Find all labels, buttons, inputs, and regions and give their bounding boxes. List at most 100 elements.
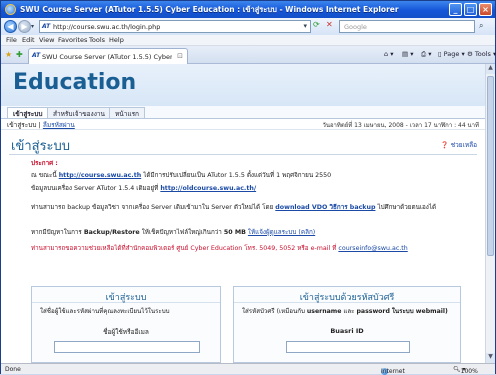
login-box: เข้าสู่ระบบ ใส่ชื่อผู้ใช้และรหัสผ่านที่ค… bbox=[31, 286, 221, 363]
page-content: Education เข้าสู่ระบบ สำหรับเจ้าของงาน ห… bbox=[1, 64, 485, 363]
menu-bar: File Edit View Favorites Tools Help bbox=[1, 35, 495, 46]
menu-file[interactable]: File bbox=[6, 36, 17, 44]
tab-bar: ★ ✚ AT SWU Course Server (ATutor 1.5.5) … bbox=[1, 46, 496, 64]
line4-bold: Backup/Restore bbox=[83, 229, 140, 236]
site-brand: Education bbox=[13, 70, 137, 95]
login-box-heading: เข้าสู่ระบบ bbox=[32, 287, 220, 303]
buasri-id-field[interactable] bbox=[286, 341, 410, 353]
stop-icon[interactable]: ✕ bbox=[326, 20, 333, 29]
buasri-box-desc: ใส่รหัสบัวศรี (เหมือนกับ username และ pa… bbox=[242, 308, 452, 316]
breadcrumb: เข้าสู่ระบบ | ลืมรหัสผ่าน bbox=[7, 121, 75, 129]
buasri-desc-suffix: ในระบบ webmail) bbox=[391, 308, 448, 315]
minimize-button[interactable]: _ bbox=[449, 3, 462, 16]
line2-prefix: ข้อมูลบนเครื่อง Server ATutor 1.5.4 เดิม… bbox=[31, 185, 159, 192]
buasri-login-box: เข้าสู่ระบบด้วยรหัสบัวศรี ใส่รหัสบัวศรี … bbox=[233, 286, 461, 363]
line4-prefix: หากมีปัญหาในการ bbox=[31, 229, 82, 236]
menu-favorites[interactable]: Favorites bbox=[58, 36, 87, 44]
menu-help[interactable]: Help bbox=[109, 36, 124, 44]
buasri-desc-mid: และ bbox=[343, 308, 355, 315]
maximize-button[interactable]: □ bbox=[464, 3, 477, 16]
announcement-heading: ประกาศ : bbox=[31, 160, 58, 167]
url-text[interactable]: http://course.swu.ac.th/login.php bbox=[53, 23, 160, 31]
site-favicon-icon: AT bbox=[42, 23, 51, 30]
status-bar: Done Internet 🔍︎ 100% ▾ bbox=[1, 363, 495, 375]
help-link[interactable]: ❓ ช่วยเหลือ bbox=[441, 140, 477, 150]
scroll-down-icon[interactable]: ▼ bbox=[486, 353, 495, 363]
announcement-line-1: ณ ขณะนี้ http://course.swu.ac.th ได้มีกา… bbox=[31, 172, 471, 181]
close-button[interactable]: × bbox=[479, 3, 492, 16]
back-icon[interactable]: ◀ bbox=[4, 20, 17, 33]
feeds-icon[interactable]: ▤ ▾ bbox=[402, 50, 413, 58]
url-field[interactable]: AT http://course.swu.ac.th/login.php ▾ bbox=[39, 20, 311, 33]
vertical-scrollbar[interactable]: ▲ ▼ bbox=[485, 64, 495, 363]
tools-menu[interactable]: ⚙ Tools ▾ bbox=[467, 50, 496, 58]
forgot-password-link[interactable]: ลืมรหัสผ่าน bbox=[43, 121, 75, 129]
search-icon[interactable]: ⌕ bbox=[479, 21, 483, 31]
tab-close-icon[interactable]: ⊡ bbox=[177, 52, 183, 60]
oldcourse-url-link[interactable]: http://oldcourse.swu.ac.th/ bbox=[160, 185, 256, 192]
site-header: Education bbox=[1, 64, 485, 106]
favorites-star-icon[interactable]: ★ bbox=[5, 50, 12, 59]
email-link[interactable]: courseinfo@swu.ac.th bbox=[338, 245, 407, 252]
page-menu[interactable]: ▯ Page ▾ bbox=[438, 50, 465, 58]
line4-mid: ให้เช็คปัญหาไฟล์ใหญ่เกินกว่า bbox=[141, 229, 222, 236]
refresh-icon[interactable]: ⟳ bbox=[313, 20, 320, 29]
buasri-desc-password: password bbox=[356, 308, 390, 315]
breadcrumb-bar: เข้าสู่ระบบ | ลืมรหัสผ่าน วันอาทิตย์ที่ … bbox=[1, 119, 485, 130]
title-divider bbox=[9, 154, 477, 155]
breadcrumb-current: เข้าสู่ระบบ bbox=[7, 121, 37, 129]
tab-favicon-icon: AT bbox=[32, 52, 41, 59]
announcement-line-5: ท่านสามารถขอความช่วยเหลือได้ที่สำนักคอมพ… bbox=[31, 245, 471, 254]
scroll-thumb[interactable] bbox=[487, 76, 494, 256]
buasri-desc-username: username bbox=[306, 308, 342, 315]
scroll-up-icon[interactable]: ▲ bbox=[486, 64, 495, 74]
history-dropdown-icon[interactable]: ▾ bbox=[31, 23, 34, 30]
line4-size: 50 MB bbox=[223, 229, 246, 236]
window-title: SWU Course Server (ATutor 1.5.5) Cyber E… bbox=[20, 5, 399, 14]
buasri-desc-prefix: ใส่รหัสบัวศรี (เหมือนกับ bbox=[242, 308, 305, 315]
line3-prefix: ท่านสามารถ backup ข้อมูลวิชา จากเครื่อง … bbox=[31, 204, 274, 211]
tab-label: SWU Course Server (ATutor 1.5.5) Cyber E… bbox=[42, 53, 172, 61]
menu-edit[interactable]: Edit bbox=[22, 36, 35, 44]
menu-tools[interactable]: Tools bbox=[89, 36, 105, 44]
nav-tab-home[interactable]: หน้าแรก bbox=[109, 107, 145, 118]
buasri-box-heading: เข้าสู่ระบบด้วยรหัสบัวศรี bbox=[234, 287, 460, 303]
browser-tab[interactable]: AT SWU Course Server (ATutor 1.5.5) Cybe… bbox=[28, 48, 188, 64]
add-favorite-icon[interactable]: ✚ bbox=[16, 50, 23, 59]
announcement-line-3: ท่านสามารถ backup ข้อมูลวิชา จากเครื่อง … bbox=[31, 204, 471, 213]
username-field[interactable] bbox=[54, 341, 200, 353]
announcement-line-2: ข้อมูลบนเครื่อง Server ATutor 1.5.4 เดิม… bbox=[31, 185, 471, 194]
notify-admin-link[interactable]: ให้แจ้งผู้ดูแลระบบ (คลิก) bbox=[248, 229, 315, 236]
ie-logo-icon bbox=[5, 4, 16, 15]
browser-window: SWU Course Server (ATutor 1.5.5) Cyber E… bbox=[0, 0, 496, 375]
line3-suffix: ไปศึกษาด้วยตนเองได้ bbox=[377, 204, 437, 211]
help-link-label: ช่วยเหลือ bbox=[450, 141, 477, 149]
announcement-line-4: หากมีปัญหาในการ Backup/Restore ให้เช็คปั… bbox=[31, 229, 471, 238]
page-menu-label: Page bbox=[443, 50, 460, 58]
login-box-desc: ใส่ชื่อผู้ใช้และรหัสผ่านที่คุณลงทะเบียนไ… bbox=[40, 308, 170, 315]
status-text: Done bbox=[5, 366, 21, 373]
page-title: เข้าสู่ระบบ bbox=[11, 139, 71, 154]
nav-tab-register[interactable]: สำหรับเจ้าของงาน bbox=[47, 107, 111, 118]
forward-icon[interactable]: ▶ bbox=[18, 20, 31, 33]
address-bar: ◀ ▶ ▾ AT http://course.swu.ac.th/login.p… bbox=[1, 18, 495, 35]
line5-text: ท่านสามารถขอความช่วยเหลือได้ที่สำนักคอมพ… bbox=[31, 245, 337, 252]
menu-view[interactable]: View bbox=[39, 36, 54, 44]
title-bar: SWU Course Server (ATutor 1.5.5) Cyber E… bbox=[1, 1, 495, 18]
zoom-level[interactable]: 🔍︎ 100% ▾ bbox=[453, 366, 478, 375]
search-input[interactable]: Google bbox=[339, 20, 475, 33]
date-info: วันอาทิตย์ที่ 13 เมษายน, 2008 - เวลา 17 … bbox=[322, 122, 479, 129]
help-icon: ❓ bbox=[440, 141, 449, 149]
course-url-link[interactable]: http://course.swu.ac.th bbox=[59, 172, 142, 179]
line1-prefix: ณ ขณะนี้ bbox=[31, 172, 57, 179]
username-label: ชื่อผู้ใช้หรืออีเมล bbox=[103, 328, 149, 336]
nav-tab-login[interactable]: เข้าสู่ระบบ bbox=[7, 107, 49, 118]
tools-menu-label: Tools bbox=[474, 50, 491, 58]
backup-vdo-link[interactable]: download VDO วิธีการ backup bbox=[275, 204, 375, 211]
buasri-id-label: Buasri ID bbox=[330, 327, 364, 335]
home-icon[interactable]: ⌂ ▾ bbox=[384, 50, 393, 58]
line1-suffix: ได้มีการปรับเปลี่ยนเป็น ATutor 1.5.5 ตั้… bbox=[143, 172, 332, 179]
print-icon[interactable]: ⎙ ▾ bbox=[421, 50, 432, 59]
url-dropdown-icon[interactable]: ▾ bbox=[303, 22, 307, 30]
site-nav: เข้าสู่ระบบ สำหรับเจ้าของงาน หน้าแรก bbox=[1, 106, 485, 119]
